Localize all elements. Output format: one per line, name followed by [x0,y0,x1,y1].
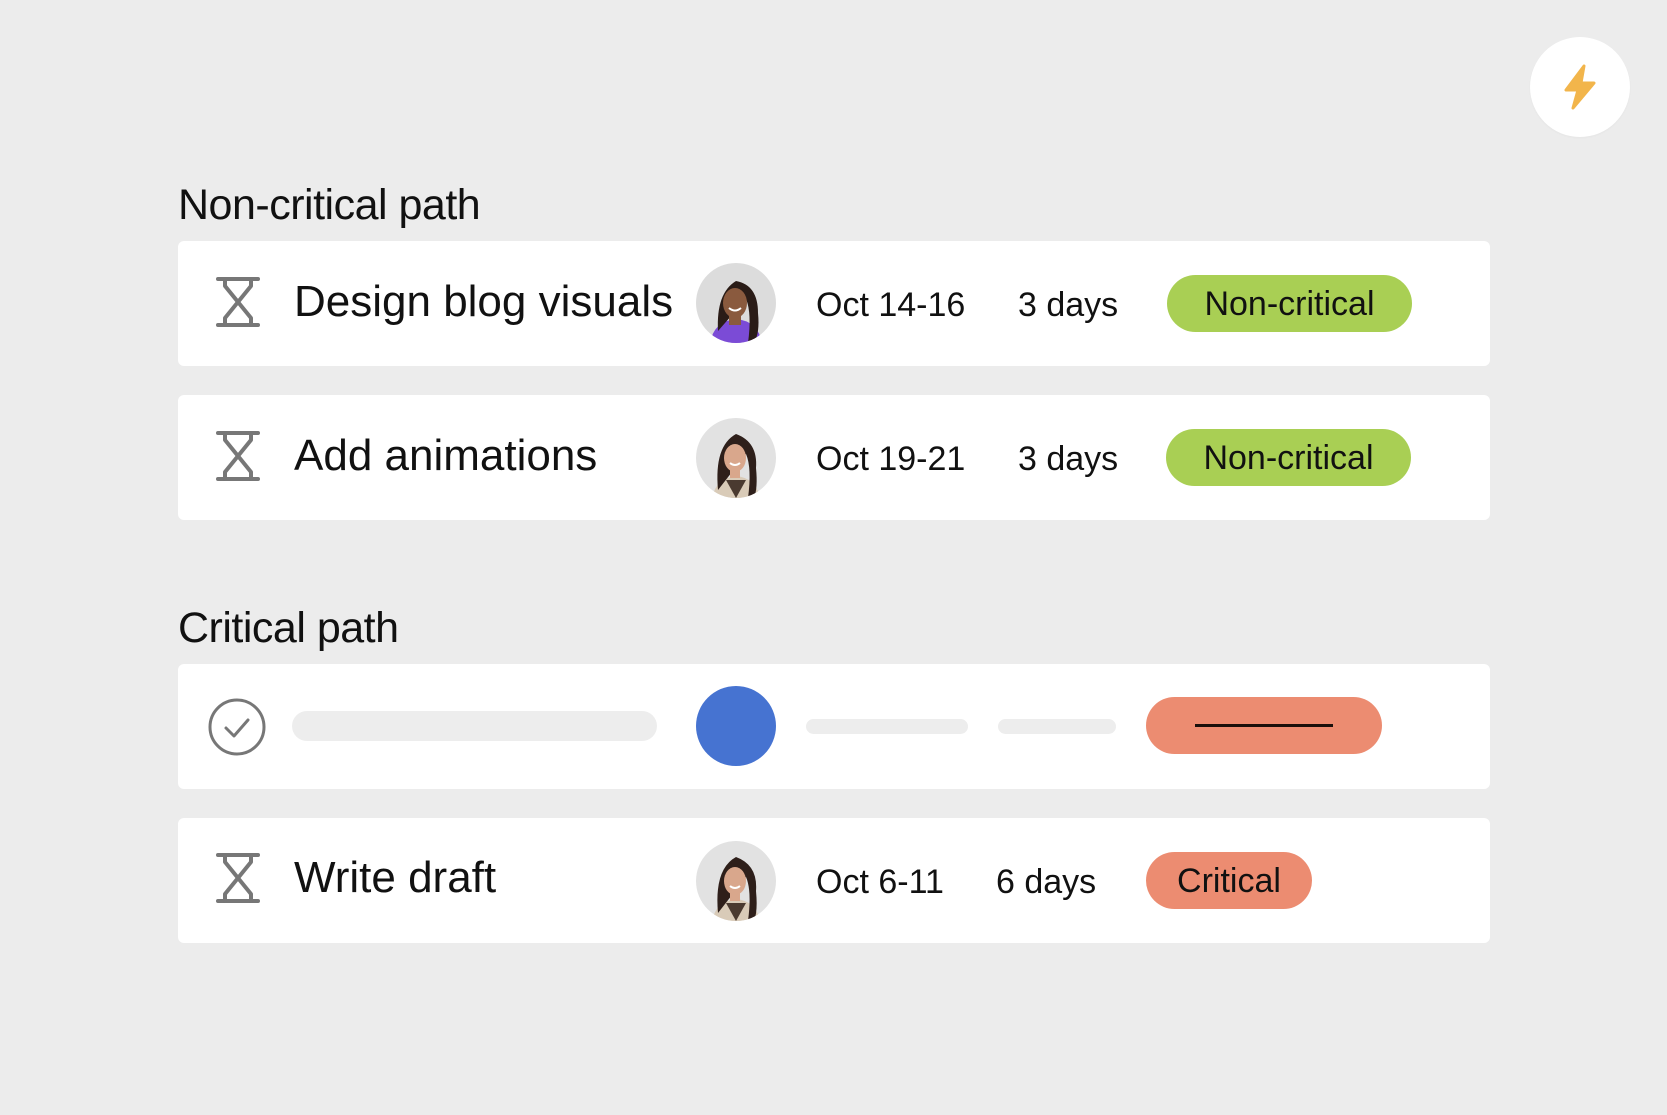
skeleton-task-name [292,711,657,741]
section-title-critical: Critical path [178,604,399,652]
section-title-non-critical: Non-critical path [178,181,481,229]
skeleton-duration [998,719,1116,734]
quick-action-button[interactable] [1530,37,1630,137]
task-dates: Oct 6-11 [816,863,944,901]
skeleton-status-line [1195,724,1333,727]
task-name[interactable]: Write draft [294,856,496,900]
task-duration: 3 days [1018,440,1119,478]
task-name[interactable]: Add animations [294,434,597,478]
assignee-avatar[interactable] [696,263,776,343]
task-dates: Oct 14-16 [816,286,966,324]
task-name[interactable]: Design blog visuals [294,280,673,324]
assignee-avatar[interactable] [696,841,776,921]
lightning-bolt-icon [1564,64,1596,110]
task-duration: 3 days [1018,286,1119,324]
skeleton-dates [806,719,968,734]
assignee-avatar[interactable] [696,418,776,498]
placeholder-status-badge [1146,697,1382,754]
status-badge[interactable]: Non-critical [1167,275,1412,332]
check-circle-icon[interactable] [207,697,267,757]
status-badge[interactable]: Non-critical [1166,429,1411,486]
placeholder-avatar [696,686,776,766]
hourglass-icon [216,277,260,327]
hourglass-icon [216,431,260,481]
task-duration: 6 days [996,863,1097,901]
hourglass-icon [216,853,260,903]
status-badge[interactable]: Critical [1146,852,1312,909]
task-dates: Oct 19-21 [816,440,966,478]
